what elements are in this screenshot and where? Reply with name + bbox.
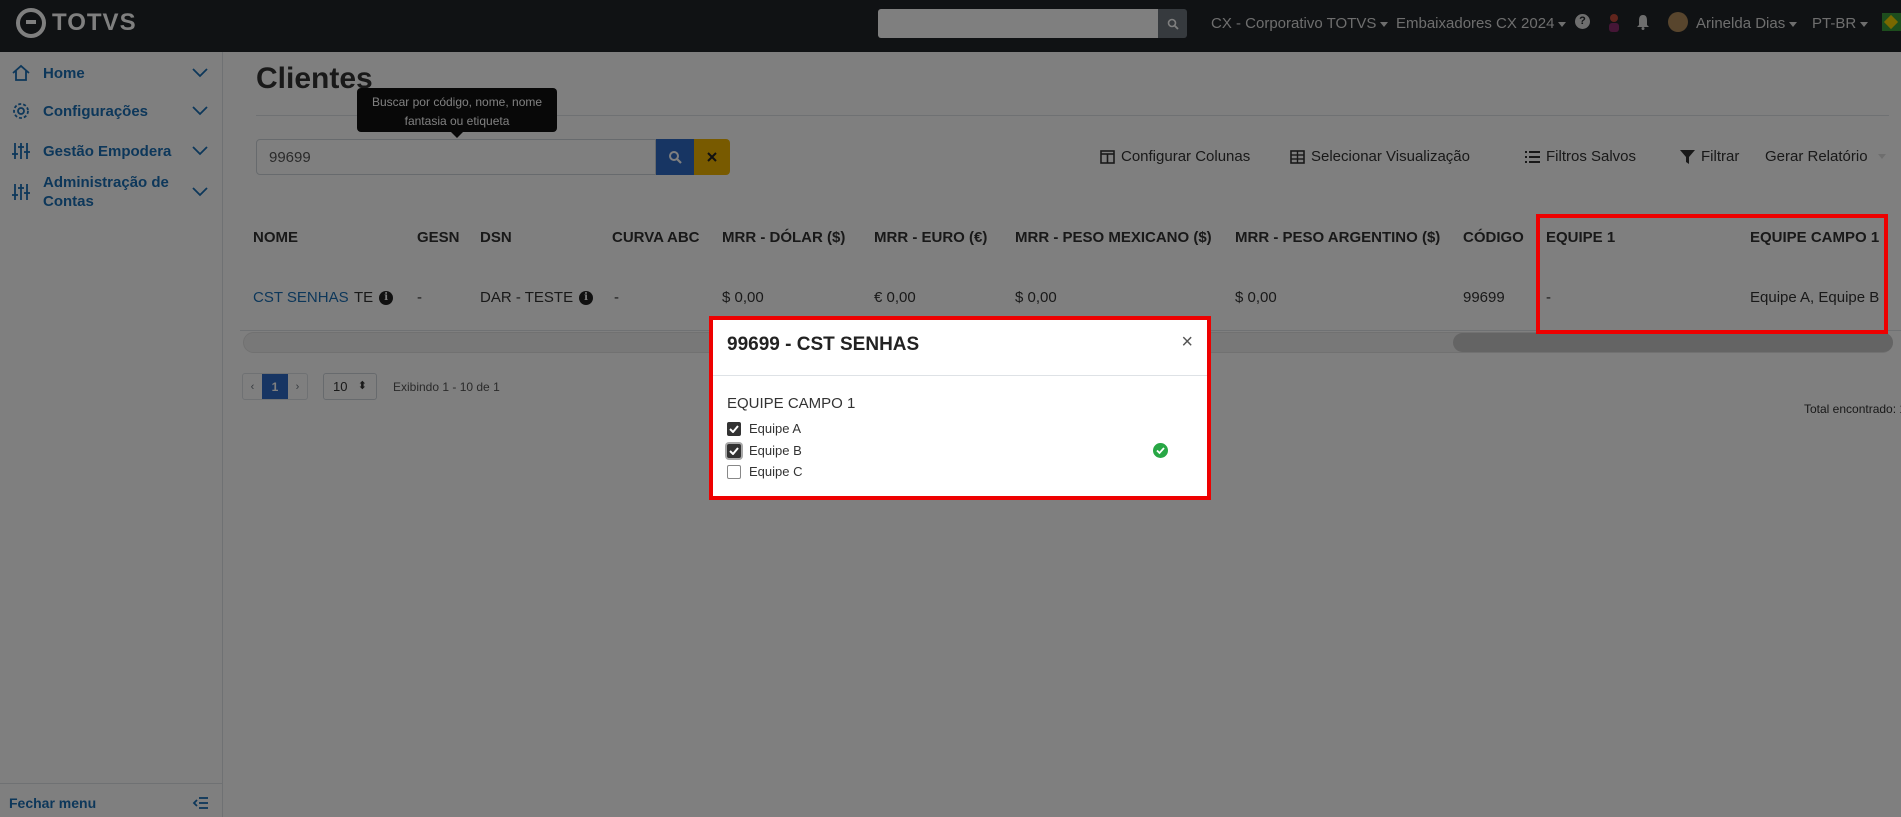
highlight-box xyxy=(709,316,1211,500)
highlight-box xyxy=(1536,214,1888,334)
